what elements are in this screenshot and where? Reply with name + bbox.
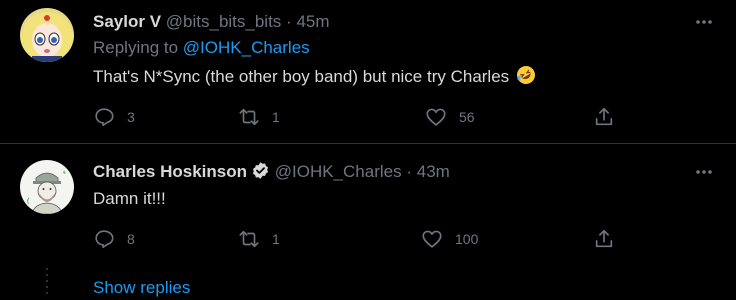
- tweet-actions: 8 1 100: [93, 226, 633, 252]
- author-name[interactable]: Saylor V: [93, 12, 161, 31]
- tweet-actions: 3 1 56: [93, 104, 633, 130]
- anime-avatar-image: [20, 8, 74, 62]
- tweet-text-content: That's N*Sync (the other boy band) but n…: [93, 67, 510, 86]
- reply-action[interactable]: 3: [93, 104, 135, 130]
- avatar-charles[interactable]: [20, 160, 74, 214]
- author-name[interactable]: Charles Hoskinson: [93, 162, 247, 181]
- reply-icon[interactable]: [93, 228, 115, 250]
- show-replies-link[interactable]: Show replies: [93, 277, 190, 299]
- tweet-text-content: Damn it!!!: [93, 189, 166, 208]
- verified-badge-icon: [252, 162, 269, 179]
- rolling-on-floor-laughing-icon: [516, 66, 535, 84]
- share-action[interactable]: [593, 104, 615, 130]
- replying-to-mention[interactable]: @IOHK_Charles: [183, 38, 310, 57]
- like-action[interactable]: 56: [425, 104, 475, 130]
- sketch-avatar-image: [20, 160, 74, 214]
- retweet-count: 1: [272, 231, 280, 247]
- reply-count: 8: [127, 231, 135, 247]
- retweet-icon[interactable]: [238, 106, 260, 128]
- tweet-text: That's N*Sync (the other boy band) but n…: [93, 65, 536, 88]
- reply-action[interactable]: 8: [93, 226, 135, 252]
- replying-to: Replying to @IOHK_Charles: [93, 37, 310, 59]
- retweet-action[interactable]: 1: [238, 226, 280, 252]
- author-handle[interactable]: @bits_bits_bits: [166, 12, 282, 31]
- retweet-action[interactable]: 1: [238, 104, 280, 130]
- more-options-icon[interactable]: [694, 12, 714, 32]
- like-count: 56: [459, 109, 475, 125]
- avatar-saylor[interactable]: [20, 8, 74, 62]
- retweet-icon[interactable]: [238, 228, 260, 250]
- tweet-2[interactable]: Charles Hoskinson @IOHK_Charles · 43m Da…: [0, 144, 736, 254]
- like-count: 100: [455, 231, 479, 247]
- author-handle[interactable]: @IOHK_Charles: [275, 162, 402, 181]
- heart-icon[interactable]: [421, 228, 443, 250]
- heart-icon[interactable]: [425, 106, 447, 128]
- tweet-header: Saylor V @bits_bits_bits · 45m: [93, 11, 330, 33]
- separator-dot: ·: [286, 12, 292, 31]
- like-action[interactable]: 100: [421, 226, 478, 252]
- tweet-thread: Saylor V @bits_bits_bits · 45m Replying …: [0, 0, 736, 300]
- tweet-time[interactable]: 45m: [296, 12, 329, 31]
- share-icon[interactable]: [593, 228, 615, 250]
- reply-icon[interactable]: [93, 106, 115, 128]
- tweet-header: Charles Hoskinson @IOHK_Charles · 43m: [93, 161, 450, 183]
- share-icon[interactable]: [593, 106, 615, 128]
- tweet-text: Damn it!!!: [93, 188, 166, 210]
- retweet-count: 1: [272, 109, 280, 125]
- thread-dotted-connector: [46, 268, 48, 300]
- share-action[interactable]: [593, 226, 615, 252]
- tweet-time[interactable]: 43m: [417, 162, 450, 181]
- more-options-icon[interactable]: [694, 162, 714, 182]
- separator-dot: ·: [406, 162, 412, 181]
- replying-prefix: Replying to: [93, 38, 179, 57]
- reply-count: 3: [127, 109, 135, 125]
- tweet-1[interactable]: Saylor V @bits_bits_bits · 45m Replying …: [0, 0, 736, 143]
